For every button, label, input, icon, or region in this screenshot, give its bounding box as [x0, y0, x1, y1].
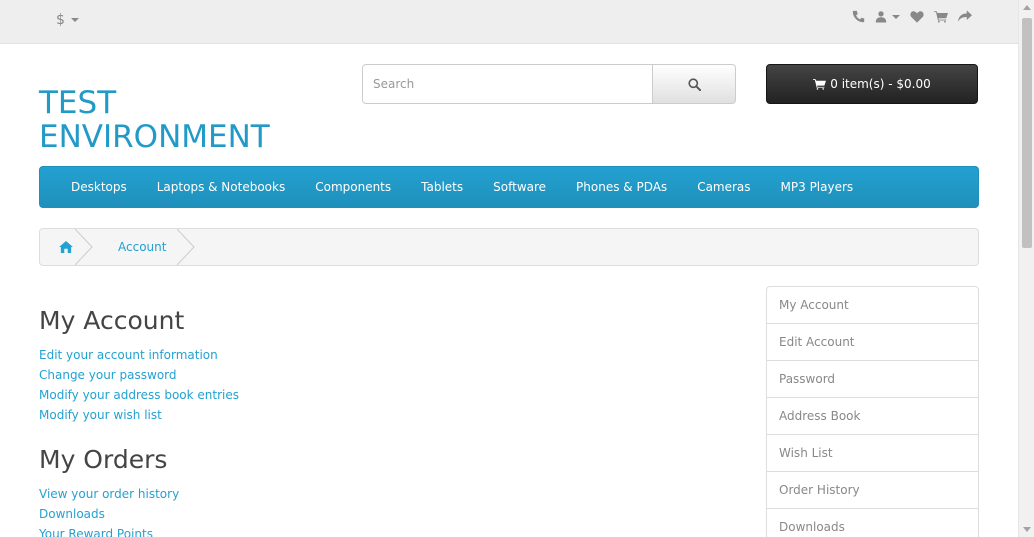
chevron-down-icon — [70, 18, 79, 22]
wish-list-link[interactable]: Modify your wish list — [39, 408, 162, 422]
page-scrollbar[interactable] — [1018, 0, 1034, 537]
order-links: View your order history Downloads Your R… — [39, 484, 179, 537]
my-orders-heading: My Orders — [39, 445, 168, 474]
cart-icon — [813, 79, 827, 90]
my-account-heading: My Account — [39, 306, 185, 335]
order-history-link[interactable]: View your order history — [39, 487, 179, 501]
menu-item-laptops[interactable]: Laptops & Notebooks — [142, 180, 300, 194]
top-links — [852, 10, 972, 23]
address-book-link[interactable]: Modify your address book entries — [39, 388, 239, 402]
breadcrumb-separator — [177, 229, 196, 265]
chevron-down-icon — [892, 14, 900, 19]
breadcrumb-separator — [75, 229, 93, 265]
cart-total: 0 item(s) - $0.00 — [830, 77, 931, 91]
menu-item-tablets[interactable]: Tablets — [406, 180, 478, 194]
menu-item-components[interactable]: Components — [300, 180, 406, 194]
sidebar-item-address-book[interactable]: Address Book — [767, 398, 978, 435]
breadcrumb-account[interactable]: Account — [92, 229, 196, 265]
sidebar-item-my-account[interactable]: My Account — [767, 287, 978, 324]
menu-item-software[interactable]: Software — [478, 180, 561, 194]
reward-points-link[interactable]: Your Reward Points — [39, 527, 153, 537]
home-icon — [59, 241, 73, 253]
edit-account-link[interactable]: Edit your account information — [39, 348, 218, 362]
top-bar: $ — [0, 0, 1018, 44]
search-input[interactable] — [362, 64, 652, 104]
change-password-link[interactable]: Change your password — [39, 368, 177, 382]
breadcrumb-account-label: Account — [118, 240, 167, 254]
user-icon[interactable] — [875, 10, 900, 23]
scroll-down-arrow-icon[interactable] — [1023, 527, 1031, 532]
sidebar-item-order-history[interactable]: Order History — [767, 472, 978, 509]
category-menu: Desktops Laptops & Notebooks Components … — [39, 166, 979, 208]
breadcrumb: Account — [39, 228, 979, 266]
menu-item-mp3-players[interactable]: MP3 Players — [766, 180, 869, 194]
account-sidebar: My Account Edit Account Password Address… — [766, 286, 979, 537]
logo-line-2: ENVIRONMENT — [39, 119, 270, 155]
search-button[interactable] — [652, 64, 736, 104]
menu-item-phones[interactable]: Phones & PDAs — [561, 180, 682, 194]
share-icon[interactable] — [958, 10, 972, 23]
account-links: Edit your account information Change you… — [39, 345, 239, 425]
currency-symbol: $ — [56, 12, 65, 28]
logo-line-1: TEST — [39, 85, 117, 121]
menu-item-cameras[interactable]: Cameras — [682, 180, 765, 194]
heart-icon[interactable] — [910, 10, 924, 23]
cart-icon[interactable] — [934, 10, 948, 23]
currency-dropdown[interactable]: $ — [56, 12, 79, 28]
menu-item-desktops[interactable]: Desktops — [56, 180, 142, 194]
sidebar-item-password[interactable]: Password — [767, 361, 978, 398]
sidebar-item-downloads[interactable]: Downloads — [767, 509, 978, 537]
site-logo[interactable]: TEST ENVIRONMENT — [39, 86, 270, 154]
sidebar-item-edit-account[interactable]: Edit Account — [767, 324, 978, 361]
search-bar — [362, 64, 736, 104]
phone-icon[interactable] — [852, 10, 865, 23]
breadcrumb-home[interactable] — [40, 229, 93, 265]
downloads-link[interactable]: Downloads — [39, 507, 105, 521]
cart-button[interactable]: 0 item(s) - $0.00 — [766, 64, 978, 104]
scroll-up-arrow-icon[interactable] — [1023, 5, 1031, 10]
search-icon — [687, 77, 701, 91]
scroll-thumb[interactable] — [1022, 18, 1032, 248]
sidebar-item-wish-list[interactable]: Wish List — [767, 435, 978, 472]
